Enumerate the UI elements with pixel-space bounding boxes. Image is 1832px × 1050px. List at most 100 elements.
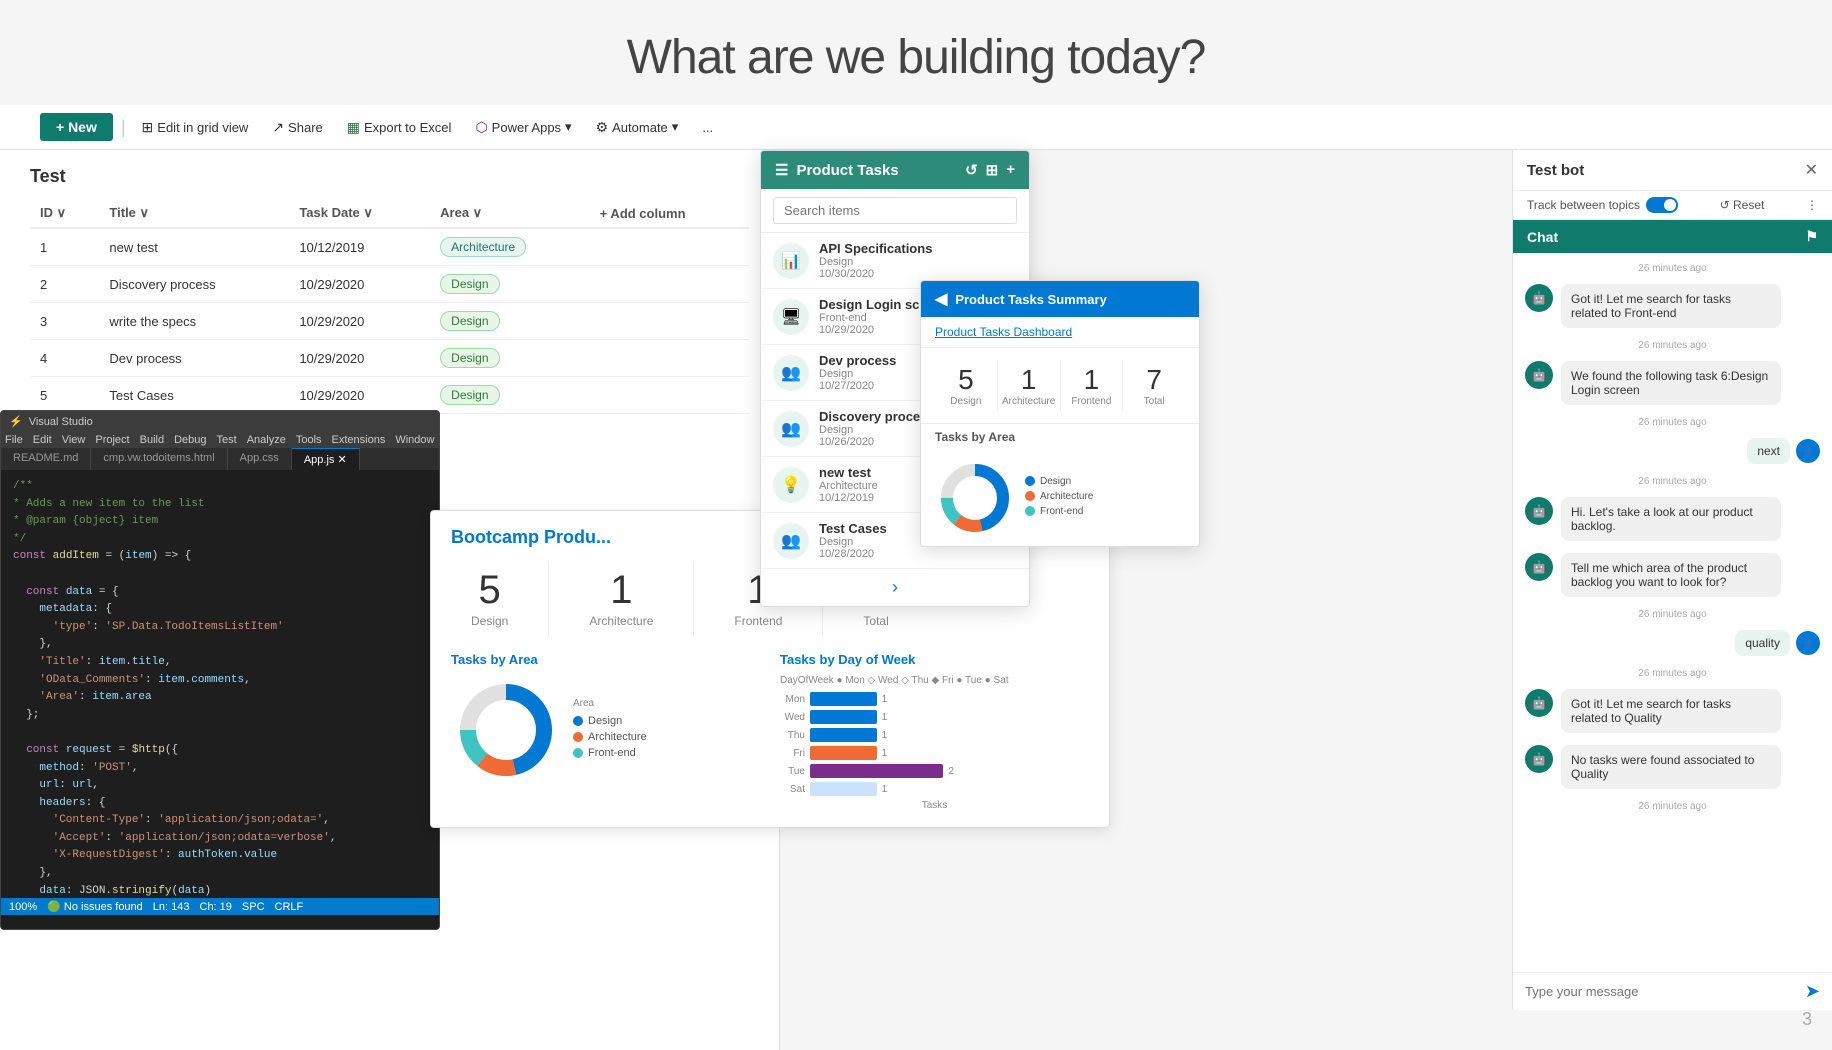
- bar-value: 2: [948, 766, 954, 777]
- user-bubble-1: next: [1747, 438, 1790, 464]
- code-editor: /** * Adds a new item to the list * @par…: [1, 470, 439, 898]
- track-toggle[interactable]: [1646, 197, 1678, 213]
- user-avatar-1: 👤: [1796, 439, 1820, 463]
- bot-msg-6: 🤖 No tasks were found associated to Qual…: [1525, 745, 1820, 789]
- automate-icon: ⚙: [596, 119, 609, 136]
- refresh-icon[interactable]: ↺: [965, 161, 978, 179]
- track-topics: Track between topics: [1527, 197, 1678, 213]
- automate-button[interactable]: ⚙ Automate ▾: [588, 114, 687, 141]
- bot-bubble-2: We found the following task 6:Design Log…: [1561, 361, 1781, 405]
- bot-avatar-4: 🤖: [1525, 553, 1553, 581]
- pts-back-button[interactable]: ◀: [935, 289, 947, 309]
- bar-value: 1: [882, 748, 888, 759]
- pt-item-date: 10/28/2020: [819, 548, 887, 560]
- chat-input-area: ➤: [1513, 972, 1832, 1010]
- user-msg-1: next 👤: [1525, 438, 1820, 464]
- cell-date: 10/12/2019: [289, 228, 430, 266]
- bot-bubble-1: Got it! Let me search for tasks related …: [1561, 284, 1781, 328]
- stat-arch: 1 Architecture: [569, 562, 673, 636]
- bot-msg-2: 🤖 We found the following task 6:Design L…: [1525, 361, 1820, 405]
- cell-id: 5: [30, 377, 99, 414]
- tab-css[interactable]: App.css: [228, 448, 292, 470]
- bar-day-label: Thu: [780, 730, 805, 741]
- pts-stat-arch: 1 Architecture: [998, 360, 1061, 411]
- pts-dashboard-link[interactable]: Product Tasks Dashboard: [921, 317, 1199, 348]
- power-apps-button[interactable]: ⬡ Power Apps ▾: [467, 114, 579, 141]
- edit-grid-button[interactable]: ⊞ Edit in grid view: [134, 114, 257, 141]
- stat-label-design: Design: [471, 614, 508, 628]
- bot-bubble-4: Tell me which area of the product backlo…: [1561, 553, 1781, 597]
- pts-legend: Design Architecture Front-end: [1025, 476, 1093, 521]
- vscode-panel: ⚡ Visual Studio File Edit View Project B…: [0, 410, 440, 930]
- bot-avatar-3: 🤖: [1525, 497, 1553, 525]
- bar-value: 1: [882, 730, 888, 741]
- stat-num-design: 5: [471, 570, 508, 610]
- tasks-by-area-title: Tasks by Area: [451, 652, 760, 667]
- grid-icon: ⊞: [142, 119, 154, 136]
- tasks-by-day-title: Tasks by Day of Week: [780, 652, 1089, 667]
- search-input[interactable]: [773, 197, 1017, 224]
- cell-area: Architecture: [430, 228, 590, 266]
- user-msg-2: quality 👤: [1525, 630, 1820, 656]
- vscode-statusbar: 100% 🟢 No issues found Ln: 143 Ch: 19 SP…: [1, 898, 439, 915]
- tab-html[interactable]: cmp.vw.todoitems.html: [91, 448, 227, 470]
- pt-item-title: new test: [819, 465, 878, 480]
- bar-fill: [810, 782, 877, 796]
- excel-icon: ▦: [347, 119, 360, 136]
- test-bot-panel: Test bot ✕ Track between topics ↺ Reset …: [1512, 150, 1832, 1010]
- bot-msg-4: 🤖 Tell me which area of the product back…: [1525, 553, 1820, 597]
- stat-label-total: Total: [863, 614, 888, 628]
- tab-readme[interactable]: README.md: [1, 448, 91, 470]
- new-button[interactable]: + New: [40, 113, 113, 141]
- cell-area: Design: [430, 266, 590, 303]
- share-button[interactable]: ↗ Share: [264, 114, 330, 141]
- pt-item-sub: Design: [819, 536, 887, 548]
- pts-header: ◀ Product Tasks Summary: [921, 281, 1199, 317]
- col-title: Title ∨: [99, 199, 289, 228]
- chevron-down-icon: ▾: [565, 119, 572, 135]
- export-button[interactable]: ▦ Export to Excel: [339, 114, 460, 141]
- list-title: Test: [30, 166, 749, 187]
- reset-button[interactable]: ↺ Reset: [1720, 198, 1765, 212]
- pts-num-arch: 1: [998, 364, 1060, 396]
- table-header-row: ID ∨ Title ∨ Task Date ∨ Area ∨ + Add co…: [30, 199, 749, 228]
- pt-item-sub: Architecture: [819, 480, 878, 492]
- pts-num-design: 5: [935, 364, 997, 396]
- bot-msg-5: 🤖 Got it! Let me search for tasks relate…: [1525, 689, 1820, 733]
- pts-stat-frontend: 1 Frontend: [1061, 360, 1124, 411]
- more-options-icon[interactable]: ⋮: [1806, 198, 1818, 212]
- bot-avatar-2: 🤖: [1525, 361, 1553, 389]
- pts-label-total: Total: [1123, 396, 1185, 407]
- col-area: Area ∨: [430, 199, 590, 228]
- pt-item-title: Dev process: [819, 353, 896, 368]
- chat-label: Chat: [1527, 229, 1558, 245]
- send-button[interactable]: ➤: [1805, 981, 1820, 1002]
- user-bubble-2: quality: [1735, 630, 1790, 656]
- add-icon[interactable]: +: [1006, 161, 1015, 179]
- cell-date: 10/29/2020: [289, 266, 430, 303]
- chat-input[interactable]: [1525, 984, 1797, 999]
- filter-icon[interactable]: ⊞: [986, 161, 999, 179]
- area-donut-chart: Area Design Architecture Front-end: [451, 675, 760, 785]
- pts-label-arch: Architecture: [998, 396, 1060, 407]
- more-button[interactable]: ...: [694, 115, 721, 140]
- cell-area: Design: [430, 377, 590, 414]
- task-table: ID ∨ Title ∨ Task Date ∨ Area ∨ + Add co…: [30, 199, 749, 414]
- pt-next-button[interactable]: ›: [761, 569, 1029, 606]
- chat-time-1: 26 minutes ago: [1525, 263, 1820, 274]
- status-encoding: SPC: [242, 901, 265, 913]
- pt-item-sub: Design: [819, 256, 932, 268]
- bar-fill: [810, 692, 877, 706]
- pt-item-sub: Design: [819, 368, 896, 380]
- tab-appjs[interactable]: App.js ✕: [292, 448, 360, 470]
- bar-fill: [810, 764, 943, 778]
- bot-msg-3: 🤖 Hi. Let's take a look at our product b…: [1525, 497, 1820, 541]
- col-add[interactable]: + Add column: [590, 199, 749, 228]
- slide-number: 3: [1802, 1009, 1812, 1030]
- cell-id: 2: [30, 266, 99, 303]
- bar-value: 1: [882, 694, 888, 705]
- pt-item-avatar: 💡: [773, 467, 809, 503]
- close-button[interactable]: ✕: [1805, 160, 1818, 180]
- bot-avatar-6: 🤖: [1525, 745, 1553, 773]
- pt-item-avatar: 🖥: [773, 299, 809, 335]
